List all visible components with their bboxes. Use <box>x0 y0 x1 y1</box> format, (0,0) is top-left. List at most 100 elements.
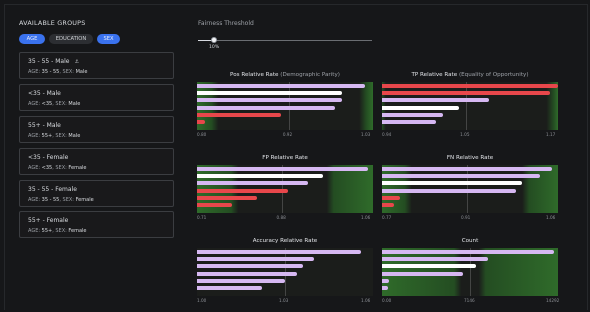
chart-title: TP Relative Rate (Equality of Opportunit… <box>382 72 558 78</box>
chart-title-text: FN Relative Rate <box>446 155 494 161</box>
group-name-text: <35 - Male <box>28 90 61 97</box>
age-prefix: AGE: <box>28 197 42 203</box>
available-groups-title: AVAILABLE GROUPS <box>19 19 86 27</box>
sex-value: Male <box>75 69 88 75</box>
chart-bar[interactable] <box>382 257 488 262</box>
group-name-text: 55+ - Male <box>28 122 61 129</box>
chart-bar[interactable] <box>197 195 258 200</box>
chart-bar[interactable] <box>382 105 459 110</box>
chart-bar[interactable] <box>197 98 343 103</box>
chart-bar[interactable] <box>197 264 303 269</box>
sex-prefix: , SEX: <box>59 69 76 75</box>
chart-bar[interactable] <box>197 91 343 96</box>
chart-bar[interactable] <box>382 195 401 200</box>
chart-bar[interactable] <box>382 112 444 117</box>
group-name: <35 - Male <box>28 90 61 97</box>
axis-tick-label: 1.06 <box>546 215 556 220</box>
chart-bar[interactable] <box>382 286 389 290</box>
group-name: <35 - Female <box>28 154 68 161</box>
reference-line <box>466 82 468 130</box>
reference-line <box>470 248 471 296</box>
group-name: 55+ - Male <box>28 122 61 129</box>
axis-tick-label: 0.94 <box>382 132 392 137</box>
axis-tick-label: 0.71 <box>197 215 207 220</box>
axis-tick-label: 1.06 <box>361 298 371 303</box>
chart-bar[interactable] <box>382 167 552 171</box>
pill-sex[interactable]: SEX <box>97 34 120 44</box>
chart-bar[interactable] <box>197 278 285 283</box>
group-card[interactable]: 35 - 55 - Male ⚓ AGE: 35 - 55, SEX: Male <box>19 52 174 79</box>
pill-education[interactable]: EDUCATION <box>49 34 93 44</box>
threshold-value: 10% <box>209 45 220 50</box>
chart-bar[interactable] <box>382 84 558 88</box>
group-attributes: AGE: 55+, SEX: Female <box>28 228 87 234</box>
chart-title-text: Pos Relative Rate <box>230 72 279 78</box>
axis-tick-label: 7146 <box>464 298 475 303</box>
chart-plot-area <box>197 165 373 213</box>
group-card[interactable]: <35 - Female AGE: <35, SEX: Female <box>19 148 174 175</box>
pill-age[interactable]: AGE <box>19 34 45 44</box>
chart-bar[interactable] <box>197 188 288 193</box>
chart-bar[interactable] <box>197 203 233 207</box>
age-value: <35 <box>41 165 53 171</box>
chart-bar[interactable] <box>197 286 262 290</box>
threshold-slider-handle[interactable] <box>211 37 217 43</box>
sex-prefix: , SEX: <box>52 165 69 171</box>
chart-bar[interactable] <box>197 112 282 117</box>
chart-title: Accuracy Relative Rate <box>197 238 373 244</box>
chart-bar[interactable] <box>382 188 516 193</box>
chart-bar[interactable] <box>382 271 464 276</box>
chart-bar[interactable] <box>197 181 308 186</box>
chart-bar[interactable] <box>382 181 522 186</box>
axis-tick-label: 1.17 <box>546 132 556 137</box>
chart-bar[interactable] <box>382 278 390 283</box>
chart-bar[interactable] <box>382 250 555 254</box>
chart-bar[interactable] <box>197 84 366 88</box>
sex-prefix: , SEX: <box>52 101 69 107</box>
sex-value: Male <box>68 133 81 139</box>
threshold-slider-track[interactable] <box>198 40 372 41</box>
age-value: <35 <box>41 101 53 107</box>
chart-subtitle: (Demographic Parity) <box>278 72 340 78</box>
chart-bar[interactable] <box>382 174 540 179</box>
group-name-text: 35 - 55 - Female <box>28 186 77 193</box>
group-attributes: AGE: <35, SEX: Male <box>28 101 80 107</box>
group-attributes: AGE: 35 - 55, SEX: Female <box>28 197 94 203</box>
group-card[interactable]: 35 - 55 - Female AGE: 35 - 55, SEX: Femal… <box>19 180 174 207</box>
chart-bar[interactable] <box>197 257 315 262</box>
chart-bar[interactable] <box>197 271 297 276</box>
group-name-text: 35 - 55 - Male <box>28 58 70 65</box>
age-prefix: AGE: <box>28 133 42 139</box>
chart-bar[interactable] <box>197 174 323 179</box>
chart-bar[interactable] <box>382 98 490 103</box>
axis-tick-label: 0.00 <box>382 298 392 303</box>
chart-bar[interactable] <box>197 105 335 110</box>
axis-tick-label: 0.77 <box>382 215 392 220</box>
age-value: 35 - 55 <box>41 69 60 75</box>
group-card[interactable]: 55+ - Male AGE: 55+, SEX: Male <box>19 116 174 143</box>
chart-bar[interactable] <box>382 264 476 269</box>
chart-title: FN Relative Rate <box>382 155 558 161</box>
chart-title: FP Relative Rate <box>197 155 373 161</box>
group-name-text: <35 - Female <box>28 154 69 161</box>
sex-value: Male <box>68 101 81 107</box>
chart-bar[interactable] <box>197 167 368 171</box>
group-card[interactable]: <35 - Male AGE: <35, SEX: Male <box>19 84 174 111</box>
chart-bar[interactable] <box>382 203 395 207</box>
chart-title-text: TP Relative Rate <box>411 72 458 78</box>
chart-bar[interactable] <box>197 250 362 254</box>
axis-tick-label: 1.03 <box>361 132 371 137</box>
group-name-text: 55+ - Female <box>28 217 69 224</box>
chart-bar[interactable] <box>382 120 436 124</box>
chart-bar[interactable] <box>197 120 205 124</box>
age-value: 55+ <box>41 133 53 139</box>
chart-plot-area <box>382 82 558 130</box>
group-card[interactable]: 55+ - Female AGE: 55+, SEX: Female <box>19 211 174 238</box>
age-prefix: AGE: <box>28 165 42 171</box>
axis-tick-label: 1.05 <box>460 132 470 137</box>
chart-bar[interactable] <box>382 91 551 96</box>
age-prefix: AGE: <box>28 101 42 107</box>
axis-tick-label: 0.88 <box>276 215 286 220</box>
chart-plot-area <box>197 248 373 296</box>
chart-title-text: FP Relative Rate <box>262 155 308 161</box>
